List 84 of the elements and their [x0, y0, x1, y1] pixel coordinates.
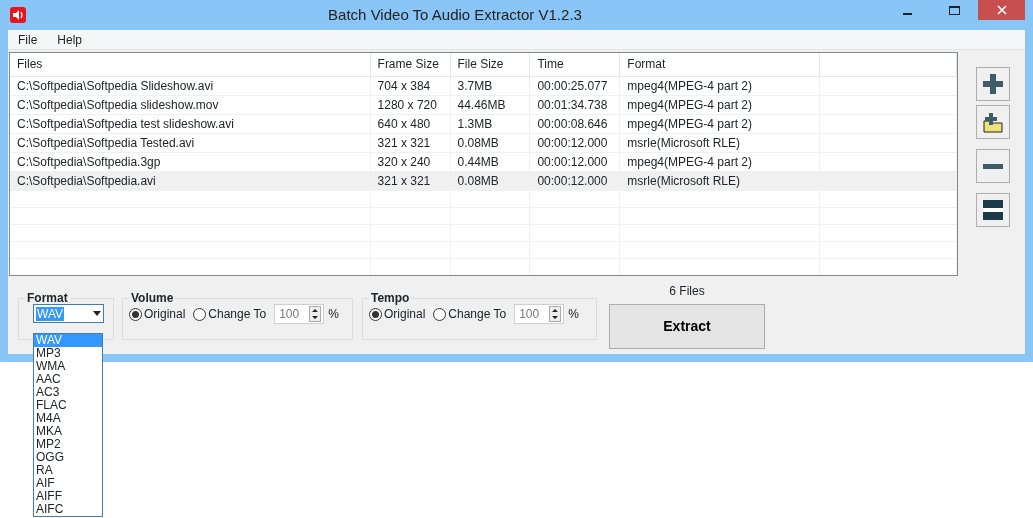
minimize-icon [903, 13, 912, 15]
maximize-icon [949, 5, 960, 15]
column-header[interactable]: Format [619, 53, 820, 76]
spinner-icon[interactable] [549, 306, 562, 322]
table-cell: 320 x 240 [370, 152, 450, 171]
table-row[interactable]: C:\Softpedia\Softpedia slideshow.mov 1280 x 720 44.46MB 00:01:34.738 mpeg4(MPEG-4 part 2) [10, 95, 957, 114]
number-field[interactable]: 100 [514, 304, 565, 324]
table-cell: 44.46MB [450, 95, 530, 114]
table-cell: 00:00:08.646 [529, 114, 620, 133]
table-cell: C:\Softpedia\Softpedia test slideshow.avi [10, 114, 371, 133]
list-option[interactable]: WMA [34, 360, 102, 373]
window-title: Batch Video To Audio Extractor V1.2.3 [328, 6, 582, 23]
radio-circle[interactable] [369, 307, 382, 321]
group-label: Format [26, 292, 69, 304]
list-option[interactable]: AIF [34, 477, 102, 490]
table-row[interactable]: C:\Softpedia\Softpedia Tested.avi 321 x 321 0.08MB 00:00:12.000 msrle(Microsoft RLE) [10, 133, 957, 152]
table-cell: 321 x 321 [370, 133, 450, 152]
unit-label: % [568, 306, 579, 323]
list-option[interactable]: AIFC [34, 503, 102, 516]
table-cell: 1.3MB [450, 114, 530, 133]
list-option[interactable]: MKA [34, 425, 102, 438]
column-header[interactable]: File Size [450, 53, 530, 76]
table-cell: mpeg4(MPEG-4 part 2) [619, 76, 820, 95]
table-cell: mpeg4(MPEG-4 part 2) [619, 95, 820, 114]
caret-icon [93, 310, 101, 317]
table-cell: 00:01:34.738 [529, 95, 620, 114]
spinner-icon[interactable] [309, 306, 322, 322]
radio-button[interactable]: Change To [433, 305, 507, 323]
table-cell: 0.08MB [450, 133, 530, 152]
list-option[interactable]: OGG [34, 451, 102, 464]
group-label: Tempo [370, 292, 411, 304]
table-cell: 704 x 384 [370, 76, 450, 95]
column-header[interactable]: Time [529, 53, 620, 76]
column-header[interactable]: Frame Size [370, 53, 450, 76]
list-option[interactable]: RA [34, 464, 102, 477]
table-row[interactable]: C:\Softpedia\Softpedia.3gp 320 x 240 0.44MB 00:00:12.000 mpeg4(MPEG-4 part 2) [10, 152, 957, 171]
table-cell: 00:00:25.077 [529, 76, 620, 95]
radio-circle[interactable] [433, 307, 447, 321]
column-header[interactable]: Files [10, 53, 371, 76]
unit-label: % [328, 306, 339, 323]
table-cell: C:\Softpedia\Softpedia Tested.avi [10, 133, 371, 152]
tool-button[interactable] [976, 105, 1010, 139]
list-option[interactable]: M4A [34, 412, 102, 425]
tool-button[interactable] [976, 149, 1010, 183]
table-row[interactable]: C:\Softpedia\Softpedia Slideshow.avi 704 x 384 3.7MB 00:00:25.077 mpeg4(MPEG-4 part 2) [10, 76, 957, 95]
table-row[interactable]: C:\Softpedia\Softpedia.avi 321 x 321 0.08MB 00:00:12.000 msrle(Microsoft RLE) [10, 171, 957, 190]
close-icon [996, 5, 1007, 15]
dropdown-value: WAV [36, 306, 64, 321]
table-cell: 00:00:12.000 [529, 133, 620, 152]
table-cell: C:\Softpedia\Softpedia.3gp [10, 152, 371, 171]
minus-icon [983, 163, 1003, 169]
add-icon [980, 71, 1006, 97]
table-cell: C:\Softpedia\Softpedia slideshow.mov [10, 95, 371, 114]
extract-button[interactable]: Extract [609, 304, 765, 349]
table-cell: 3.7MB [450, 76, 530, 95]
table-cell: 00:00:12.000 [529, 152, 620, 171]
table-cell: 640 x 480 [370, 114, 450, 133]
group-label: Volume [130, 292, 175, 304]
radio-button[interactable]: Change To [193, 305, 267, 323]
number-field[interactable]: 100 [274, 304, 325, 324]
menu-item[interactable]: File [8, 30, 48, 49]
menu-item[interactable]: Help [47, 30, 93, 49]
list-option[interactable]: MP3 [34, 347, 102, 360]
radio-button[interactable]: Original [129, 305, 186, 323]
table-cell: mpeg4(MPEG-4 part 2) [619, 152, 820, 171]
table-cell: 1280 x 720 [370, 95, 450, 114]
list-option[interactable]: FLAC [34, 399, 102, 412]
table-row[interactable]: C:\Softpedia\Softpedia test slideshow.avi 640 x 480 1.3MB 00:00:08.646 mpeg4(MPEG-4 part 2) [10, 114, 957, 133]
table-cell: 0.44MB [450, 152, 530, 171]
table-cell: msrle(Microsoft RLE) [619, 133, 820, 152]
clear-list-icon [980, 197, 1006, 223]
list-option[interactable]: AC3 [34, 386, 102, 399]
speaker-icon [10, 7, 26, 23]
file-count: 6 Files [669, 283, 705, 300]
radio-button[interactable]: Original [369, 305, 426, 323]
tool-button[interactable] [976, 67, 1010, 101]
radio-circle[interactable] [129, 307, 142, 321]
radio-circle[interactable] [193, 307, 207, 321]
list-option[interactable]: AAC [34, 373, 102, 386]
table-cell: C:\Softpedia\Softpedia Slideshow.avi [10, 76, 371, 95]
table-cell: mpeg4(MPEG-4 part 2) [619, 114, 820, 133]
list-option[interactable]: MP2 [34, 438, 102, 451]
list-option[interactable]: AIFF [34, 490, 102, 503]
tool-button[interactable] [976, 193, 1010, 227]
